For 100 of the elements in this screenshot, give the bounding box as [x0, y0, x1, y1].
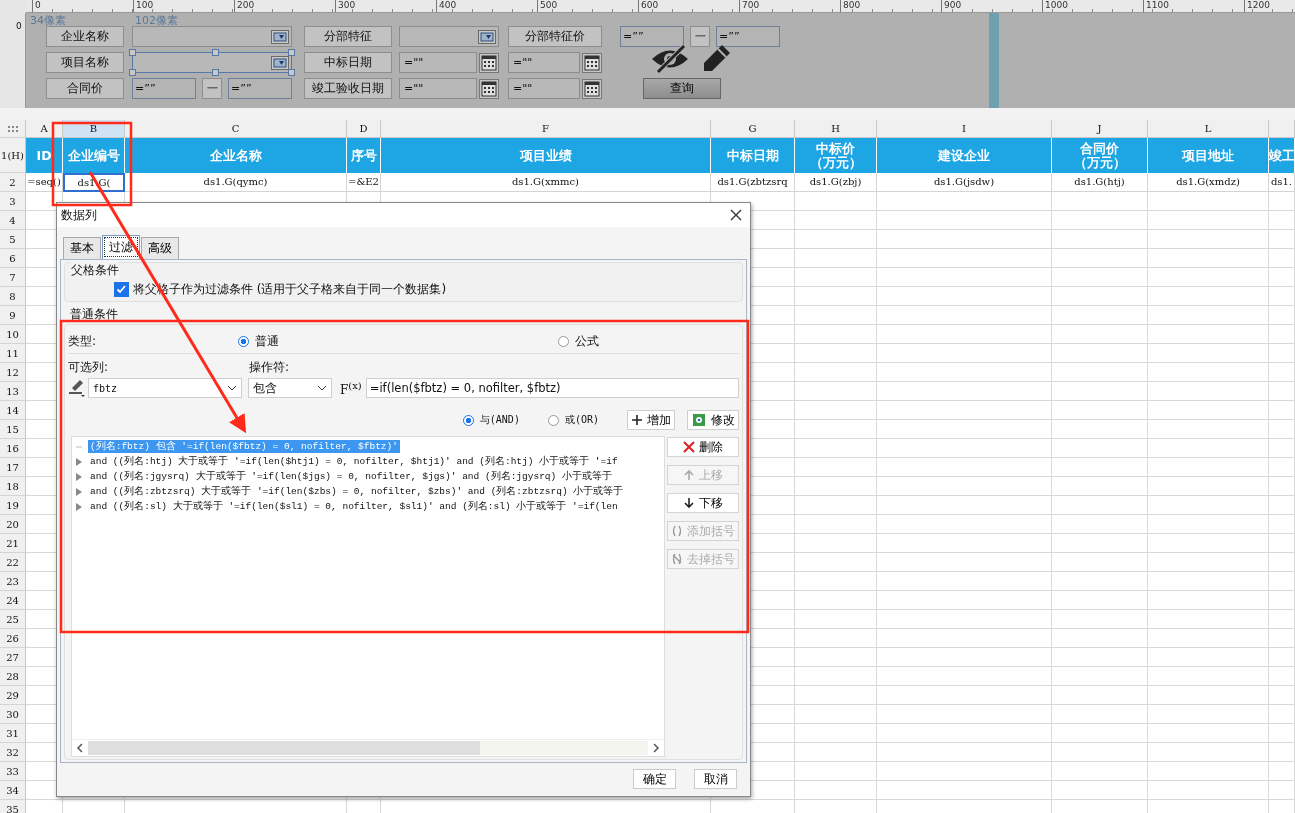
table-cell[interactable] [795, 762, 877, 781]
dropdown-icon[interactable] [271, 29, 289, 44]
table-cell[interactable] [877, 420, 1052, 439]
select-all-icon[interactable] [6, 124, 19, 133]
row-number[interactable]: 12 [0, 363, 26, 382]
table-cell[interactable] [877, 534, 1052, 553]
row-number[interactable]: 23 [0, 572, 26, 591]
table-cell[interactable] [1269, 401, 1295, 420]
table-cell[interactable] [877, 306, 1052, 325]
table-cell[interactable] [877, 439, 1052, 458]
table-cell[interactable] [795, 420, 877, 439]
table-cell[interactable] [1148, 325, 1269, 344]
formula-button[interactable]: F$^{(x)}$ [340, 379, 362, 397]
table-cell[interactable] [1052, 515, 1148, 534]
table-cell[interactable] [1269, 268, 1295, 287]
row-number[interactable]: 24 [0, 591, 26, 610]
table-cell[interactable] [1052, 382, 1148, 401]
column-header[interactable]: J [1052, 120, 1148, 138]
table-cell[interactable] [1052, 363, 1148, 382]
table-cell[interactable] [1269, 420, 1295, 439]
row-number[interactable]: 27 [0, 648, 26, 667]
row-number[interactable]: 10 [0, 325, 26, 344]
table-cell[interactable] [1148, 553, 1269, 572]
row-number[interactable]: 11 [0, 344, 26, 363]
resize-handle[interactable] [288, 69, 295, 76]
query-button[interactable]: 查询 [643, 78, 721, 99]
table-cell[interactable] [795, 382, 877, 401]
table-cell[interactable] [1052, 439, 1148, 458]
text-field[interactable]: =”” [228, 78, 292, 99]
table-cell[interactable] [1052, 230, 1148, 249]
table-cell[interactable] [795, 363, 877, 382]
row-number[interactable]: 9 [0, 306, 26, 325]
canvas-boundary-marker[interactable] [989, 13, 999, 108]
table-cell[interactable] [795, 458, 877, 477]
modify-button[interactable]: 修改 [687, 410, 739, 430]
row-number[interactable]: 32 [0, 743, 26, 762]
condition-item[interactable]: and ((列名:jgysrq) 大于或等于 '=if(len($jgs) = 0, nofilter, $jgs)' and (列名:jgysrq) 小于或等于 [88, 470, 614, 483]
row-number[interactable]: 13 [0, 382, 26, 401]
table-cell[interactable] [1148, 420, 1269, 439]
row-number[interactable]: 14 [0, 401, 26, 420]
calendar-icon[interactable] [479, 52, 499, 73]
column-header[interactable]: D [347, 120, 381, 138]
table-cell[interactable] [1148, 762, 1269, 781]
combo-field[interactable] [399, 26, 499, 47]
table-cell[interactable] [877, 629, 1052, 648]
table-cell[interactable] [1148, 382, 1269, 401]
table-cell[interactable] [1269, 705, 1295, 724]
table-cell[interactable] [1269, 724, 1295, 743]
table-cell[interactable] [1148, 268, 1269, 287]
table-cell[interactable] [795, 230, 877, 249]
row-number[interactable]: 21 [0, 534, 26, 553]
table-cell[interactable] [795, 629, 877, 648]
chevron-down-icon[interactable] [227, 385, 237, 391]
table-cell[interactable] [1052, 553, 1148, 572]
table-cell[interactable] [1052, 534, 1148, 553]
table-cell[interactable] [795, 553, 877, 572]
table-cell[interactable] [877, 249, 1052, 268]
row-number[interactable]: 25 [0, 610, 26, 629]
table-cell[interactable] [1269, 344, 1295, 363]
close-icon[interactable] [730, 209, 742, 221]
date-field[interactable]: ="" [399, 52, 477, 73]
column-header[interactable] [1269, 120, 1295, 138]
table-cell[interactable] [1052, 629, 1148, 648]
table-cell[interactable] [1148, 306, 1269, 325]
table-cell[interactable] [1052, 743, 1148, 762]
table-cell[interactable] [1052, 458, 1148, 477]
table-cell[interactable] [1269, 382, 1295, 401]
row-number[interactable]: 29 [0, 686, 26, 705]
row-number[interactable]: 16 [0, 439, 26, 458]
table-cell[interactable] [1269, 686, 1295, 705]
row-number[interactable]: 7 [0, 268, 26, 287]
table-cell[interactable] [1269, 515, 1295, 534]
table-cell[interactable] [1269, 287, 1295, 306]
row-number[interactable]: 17 [0, 458, 26, 477]
scroll-right-icon[interactable] [652, 743, 660, 753]
dropdown-icon[interactable] [478, 29, 496, 44]
chevron-down-icon[interactable] [317, 385, 327, 391]
table-cell[interactable] [877, 762, 1052, 781]
table-cell[interactable] [1148, 743, 1269, 762]
table-cell[interactable] [795, 515, 877, 534]
row-number[interactable]: 5 [0, 230, 26, 249]
table-cell[interactable] [1269, 325, 1295, 344]
table-cell[interactable] [795, 743, 877, 762]
table-cell[interactable] [877, 515, 1052, 534]
text-field[interactable]: =”” [132, 78, 196, 99]
resize-handle[interactable] [212, 69, 219, 76]
row-number[interactable]: 28 [0, 667, 26, 686]
table-cell[interactable] [1148, 401, 1269, 420]
row-number[interactable]: 6 [0, 249, 26, 268]
formula-cell[interactable]: ds1.G(zbj) [795, 173, 877, 192]
radio-button[interactable] [558, 335, 569, 347]
calendar-icon[interactable] [582, 78, 602, 99]
formula-cell[interactable]: ds1.G(jsdw) [877, 173, 1052, 192]
table-cell[interactable] [1148, 724, 1269, 743]
formula-cell[interactable]: ds1.G(xmdz) [1148, 173, 1269, 192]
dialog-button[interactable]: 取消 [694, 769, 737, 789]
table-cell[interactable] [877, 572, 1052, 591]
row-number[interactable]: 8 [0, 287, 26, 306]
eye-off-icon[interactable] [650, 44, 690, 74]
checkbox[interactable] [114, 282, 129, 297]
